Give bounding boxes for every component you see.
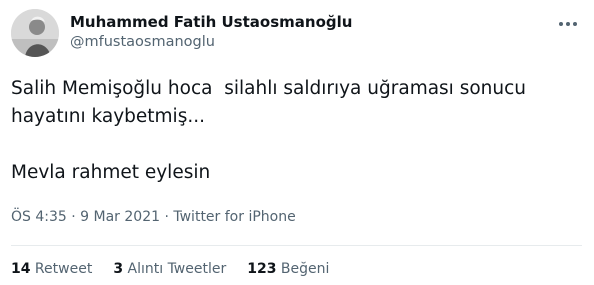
likes-stat[interactable]: 123 Beğeni — [247, 259, 329, 279]
likes-count: 123 — [247, 261, 277, 277]
meta-separator: · — [160, 209, 174, 225]
author-display-name[interactable]: Muhammed Fatih Ustaosmanoğlu — [70, 12, 352, 32]
quotes-count: 3 — [113, 261, 124, 277]
retweets-count: 14 — [11, 261, 31, 277]
retweets-label: Retweet — [30, 261, 93, 277]
likes-label: Beğeni — [276, 261, 330, 277]
more-icon[interactable] — [554, 14, 582, 34]
tweet-text: Salih Memişoğlu hoca silahlı saldırıya u… — [11, 78, 527, 183]
avatar[interactable] — [11, 9, 59, 57]
divider — [11, 245, 582, 246]
meta-separator: · — [66, 209, 81, 225]
tweet-meta: ÖS 4:35 · 9 Mar 2021 · Twitter for iPhon… — [11, 207, 296, 227]
tweet-time[interactable]: ÖS 4:35 — [11, 209, 67, 225]
tweet-stats: 14 Retweet 3 Alıntı Tweetler 123 Beğeni — [11, 259, 350, 279]
quotes-stat[interactable]: 3 Alıntı Tweetler — [113, 259, 226, 279]
tweet-card: Muhammed Fatih Ustaosmanoğlu @mfustaosma… — [0, 0, 594, 285]
quotes-label: Alıntı Tweetler — [123, 261, 227, 277]
retweets-stat[interactable]: 14 Retweet — [11, 259, 92, 279]
more-dots — [559, 22, 577, 26]
avatar-image — [11, 9, 59, 57]
tweet-date[interactable]: 9 Mar 2021 — [80, 209, 160, 225]
author-handle[interactable]: @mfustaosmanoglu — [70, 32, 215, 52]
tweet-source[interactable]: Twitter for iPhone — [173, 209, 295, 225]
